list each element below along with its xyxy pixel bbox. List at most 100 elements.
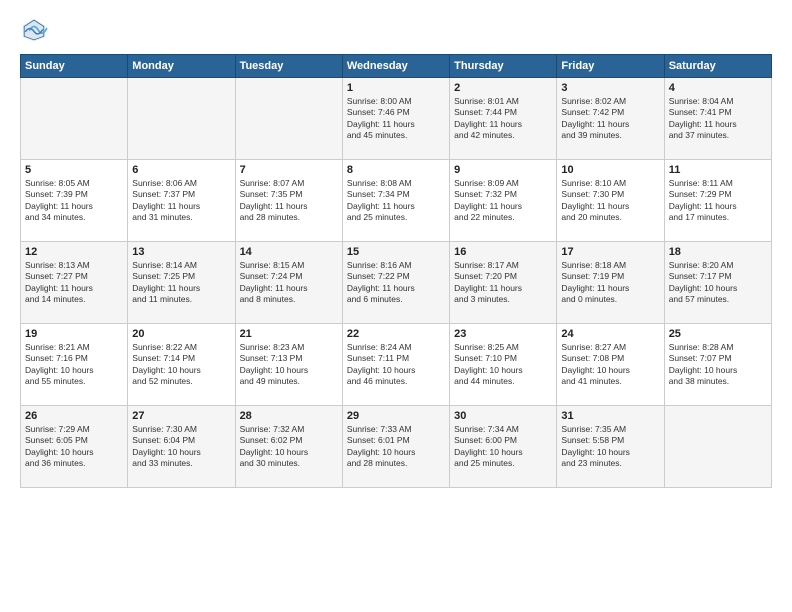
calendar-cell: 17 Sunrise: 8:18 AM Sunset: 7:19 PM Dayli… <box>557 242 664 324</box>
weekday-header-saturday: Saturday <box>664 55 771 78</box>
header-row: SundayMondayTuesdayWednesdayThursdayFrid… <box>21 55 772 78</box>
calendar-cell: 1 Sunrise: 8:00 AM Sunset: 7:46 PM Daylig… <box>342 78 449 160</box>
day-number: 24 <box>561 328 659 340</box>
day-number: 3 <box>561 82 659 94</box>
day-number: 31 <box>561 410 659 422</box>
calendar-cell: 9Sunrise: 8:09 AM Sunset: 7:32 PM Daylig… <box>450 160 557 242</box>
calendar-cell: 2 Sunrise: 8:01 AM Sunset: 7:44 PM Daylig… <box>450 78 557 160</box>
calendar-cell: 26 Sunrise: 7:29 AM Sunset: 6:05 PM Dayli… <box>21 406 128 488</box>
cell-info: Sunrise: 7:33 AM Sunset: 6:01 PM Dayligh… <box>347 424 445 470</box>
day-number: 7 <box>240 164 338 176</box>
day-number: 28 <box>240 410 338 422</box>
day-number: 19 <box>25 328 123 340</box>
calendar-cell: 3 Sunrise: 8:02 AM Sunset: 7:42 PM Daylig… <box>557 78 664 160</box>
day-number: 29 <box>347 410 445 422</box>
calendar-cell: 15 Sunrise: 8:16 AM Sunset: 7:22 PM Dayli… <box>342 242 449 324</box>
cell-info: Sunrise: 8:10 AM Sunset: 7:30 PM Dayligh… <box>561 178 659 224</box>
cell-info: Sunrise: 8:21 AM Sunset: 7:16 PM Dayligh… <box>25 342 123 388</box>
cell-info: Sunrise: 8:15 AM Sunset: 7:24 PM Dayligh… <box>240 260 338 306</box>
weekday-header-sunday: Sunday <box>21 55 128 78</box>
calendar-cell: 5 Sunrise: 8:05 AM Sunset: 7:39 PM Daylig… <box>21 160 128 242</box>
calendar-cell: 13 Sunrise: 8:14 AM Sunset: 7:25 PM Dayli… <box>128 242 235 324</box>
calendar-cell <box>21 78 128 160</box>
cell-info: Sunrise: 8:11 AM Sunset: 7:29 PM Dayligh… <box>669 178 767 224</box>
cell-info: Sunrise: 8:13 AM Sunset: 7:27 PM Dayligh… <box>25 260 123 306</box>
day-number: 17 <box>561 246 659 258</box>
calendar-cell: 7 Sunrise: 8:07 AM Sunset: 7:35 PM Daylig… <box>235 160 342 242</box>
cell-info: Sunrise: 8:04 AM Sunset: 7:41 PM Dayligh… <box>669 96 767 142</box>
cell-info: Sunrise: 8:27 AM Sunset: 7:08 PM Dayligh… <box>561 342 659 388</box>
cell-info: Sunrise: 8:01 AM Sunset: 7:44 PM Dayligh… <box>454 96 552 142</box>
cell-info: Sunrise: 7:29 AM Sunset: 6:05 PM Dayligh… <box>25 424 123 470</box>
calendar-cell: 10 Sunrise: 8:10 AM Sunset: 7:30 PM Dayli… <box>557 160 664 242</box>
cell-info: Sunrise: 8:05 AM Sunset: 7:39 PM Dayligh… <box>25 178 123 224</box>
day-number: 27 <box>132 410 230 422</box>
cell-info: Sunrise: 8:25 AM Sunset: 7:10 PM Dayligh… <box>454 342 552 388</box>
weekday-header-tuesday: Tuesday <box>235 55 342 78</box>
calendar-cell: 29 Sunrise: 7:33 AM Sunset: 6:01 PM Dayli… <box>342 406 449 488</box>
day-number: 22 <box>347 328 445 340</box>
cell-info: Sunrise: 7:32 AM Sunset: 6:02 PM Dayligh… <box>240 424 338 470</box>
calendar-header: SundayMondayTuesdayWednesdayThursdayFrid… <box>21 55 772 78</box>
day-number: 23 <box>454 328 552 340</box>
weekday-header-monday: Monday <box>128 55 235 78</box>
calendar-cell: 31 Sunrise: 7:35 AM Sunset: 5:58 PM Dayli… <box>557 406 664 488</box>
calendar-cell: 8 Sunrise: 8:08 AM Sunset: 7:34 PM Daylig… <box>342 160 449 242</box>
day-number: 16 <box>454 246 552 258</box>
cell-info: Sunrise: 7:35 AM Sunset: 5:58 PM Dayligh… <box>561 424 659 470</box>
cell-info: Sunrise: 8:24 AM Sunset: 7:11 PM Dayligh… <box>347 342 445 388</box>
calendar-cell: 6 Sunrise: 8:06 AM Sunset: 7:37 PM Daylig… <box>128 160 235 242</box>
day-number: 15 <box>347 246 445 258</box>
calendar-cell: 18Sunrise: 8:20 AM Sunset: 7:17 PM Dayli… <box>664 242 771 324</box>
calendar-cell: 11 Sunrise: 8:11 AM Sunset: 7:29 PM Dayli… <box>664 160 771 242</box>
day-number: 1 <box>347 82 445 94</box>
cell-info: Sunrise: 8:20 AM Sunset: 7:17 PM Dayligh… <box>669 260 767 306</box>
calendar-cell: 27Sunrise: 7:30 AM Sunset: 6:04 PM Dayli… <box>128 406 235 488</box>
logo <box>20 16 52 44</box>
cell-info: Sunrise: 8:00 AM Sunset: 7:46 PM Dayligh… <box>347 96 445 142</box>
cell-info: Sunrise: 8:22 AM Sunset: 7:14 PM Dayligh… <box>132 342 230 388</box>
calendar-week-4: 19 Sunrise: 8:21 AM Sunset: 7:16 PM Dayli… <box>21 324 772 406</box>
calendar-cell: 28 Sunrise: 7:32 AM Sunset: 6:02 PM Dayli… <box>235 406 342 488</box>
calendar-cell: 12Sunrise: 8:13 AM Sunset: 7:27 PM Dayli… <box>21 242 128 324</box>
calendar-cell <box>235 78 342 160</box>
calendar-cell: 22 Sunrise: 8:24 AM Sunset: 7:11 PM Dayli… <box>342 324 449 406</box>
cell-info: Sunrise: 8:14 AM Sunset: 7:25 PM Dayligh… <box>132 260 230 306</box>
calendar-cell: 25 Sunrise: 8:28 AM Sunset: 7:07 PM Dayli… <box>664 324 771 406</box>
cell-info: Sunrise: 8:09 AM Sunset: 7:32 PM Dayligh… <box>454 178 552 224</box>
cell-info: Sunrise: 8:08 AM Sunset: 7:34 PM Dayligh… <box>347 178 445 224</box>
calendar-cell: 21Sunrise: 8:23 AM Sunset: 7:13 PM Dayli… <box>235 324 342 406</box>
cell-info: Sunrise: 8:07 AM Sunset: 7:35 PM Dayligh… <box>240 178 338 224</box>
day-number: 13 <box>132 246 230 258</box>
day-number: 4 <box>669 82 767 94</box>
calendar-week-3: 12Sunrise: 8:13 AM Sunset: 7:27 PM Dayli… <box>21 242 772 324</box>
calendar-cell: 14Sunrise: 8:15 AM Sunset: 7:24 PM Dayli… <box>235 242 342 324</box>
calendar-body: 1 Sunrise: 8:00 AM Sunset: 7:46 PM Daylig… <box>21 78 772 488</box>
day-number: 8 <box>347 164 445 176</box>
day-number: 2 <box>454 82 552 94</box>
day-number: 20 <box>132 328 230 340</box>
day-number: 6 <box>132 164 230 176</box>
weekday-header-thursday: Thursday <box>450 55 557 78</box>
cell-info: Sunrise: 8:16 AM Sunset: 7:22 PM Dayligh… <box>347 260 445 306</box>
day-number: 26 <box>25 410 123 422</box>
calendar-week-1: 1 Sunrise: 8:00 AM Sunset: 7:46 PM Daylig… <box>21 78 772 160</box>
calendar-cell: 23 Sunrise: 8:25 AM Sunset: 7:10 PM Dayli… <box>450 324 557 406</box>
header <box>20 16 772 44</box>
calendar-cell: 20 Sunrise: 8:22 AM Sunset: 7:14 PM Dayli… <box>128 324 235 406</box>
cell-info: Sunrise: 8:02 AM Sunset: 7:42 PM Dayligh… <box>561 96 659 142</box>
cell-info: Sunrise: 8:28 AM Sunset: 7:07 PM Dayligh… <box>669 342 767 388</box>
cell-info: Sunrise: 7:34 AM Sunset: 6:00 PM Dayligh… <box>454 424 552 470</box>
day-number: 10 <box>561 164 659 176</box>
day-number: 5 <box>25 164 123 176</box>
cell-info: Sunrise: 8:18 AM Sunset: 7:19 PM Dayligh… <box>561 260 659 306</box>
day-number: 11 <box>669 164 767 176</box>
calendar-cell: 4 Sunrise: 8:04 AM Sunset: 7:41 PM Daylig… <box>664 78 771 160</box>
day-number: 21 <box>240 328 338 340</box>
cell-info: Sunrise: 8:06 AM Sunset: 7:37 PM Dayligh… <box>132 178 230 224</box>
calendar-cell <box>664 406 771 488</box>
calendar-cell: 24 Sunrise: 8:27 AM Sunset: 7:08 PM Dayli… <box>557 324 664 406</box>
cell-info: Sunrise: 8:17 AM Sunset: 7:20 PM Dayligh… <box>454 260 552 306</box>
calendar-cell: 16 Sunrise: 8:17 AM Sunset: 7:20 PM Dayli… <box>450 242 557 324</box>
day-number: 25 <box>669 328 767 340</box>
